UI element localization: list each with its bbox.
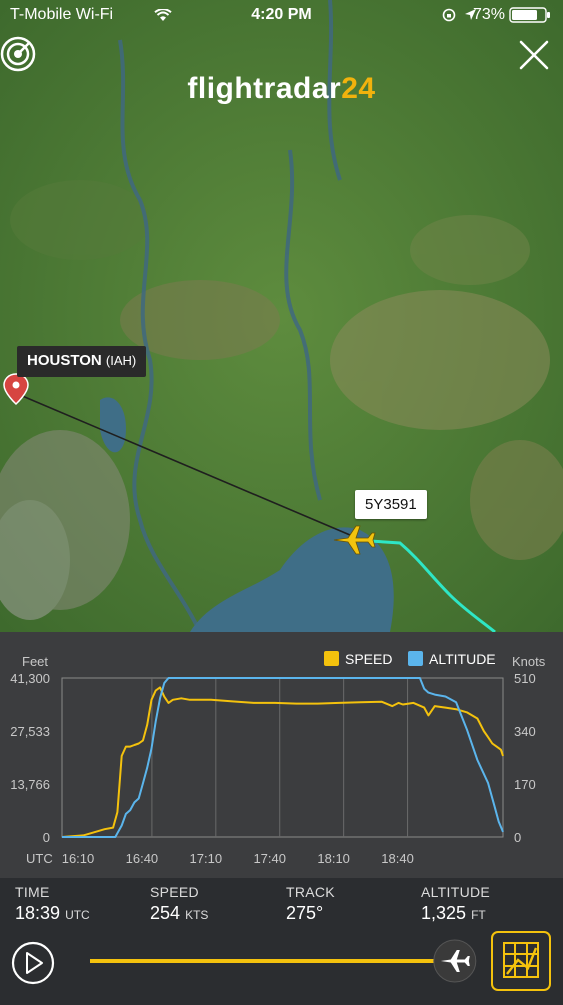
left-axis-ticks: 41,300 27,533 13,766 0 xyxy=(10,671,50,845)
play-button[interactable] xyxy=(11,941,55,985)
left-tick-label: 41,300 xyxy=(10,671,50,686)
x-tick-label: 17:10 xyxy=(190,851,223,866)
x-axis-unit: UTC xyxy=(26,851,53,866)
altitude-unit: FT xyxy=(471,908,486,922)
location-arrow-icon xyxy=(465,9,476,20)
airport-name: HOUSTON xyxy=(27,352,102,369)
right-axis-ticks: 510 340 170 0 xyxy=(514,671,536,845)
x-tick-label: 18:40 xyxy=(381,851,414,866)
x-axis-ticks: 16:10 16:40 17:10 17:40 18:10 18:40 xyxy=(62,851,414,866)
track-label: TRACK xyxy=(286,884,335,900)
wifi-icon xyxy=(154,9,172,21)
slider-thumb[interactable] xyxy=(433,939,477,983)
stat-speed: SPEED 254 KTS xyxy=(150,884,208,924)
track-value: 275° xyxy=(286,903,324,923)
speed-label: SPEED xyxy=(150,884,199,900)
flight-chart-panel: Feet Knots SPEED ALTITUDE 41,300 27,533 13… xyxy=(0,632,563,878)
airport-label[interactable]: HOUSTON (IAH) xyxy=(17,346,147,377)
flight-callsign-label[interactable]: 5Y3591 xyxy=(355,490,427,519)
x-tick-label: 16:10 xyxy=(62,851,95,866)
right-tick-label: 340 xyxy=(514,724,536,739)
legend-altitude-swatch xyxy=(408,651,423,666)
x-tick-label: 17:40 xyxy=(253,851,286,866)
map-grid-icon xyxy=(503,942,539,978)
app-logo: flightradar24 xyxy=(0,36,563,106)
series-line-altitude xyxy=(62,677,504,838)
status-bar: T-Mobile Wi-Fi 4:20 PM 73% xyxy=(0,0,563,30)
stat-time: TIME 18:39 UTC xyxy=(15,884,90,924)
left-axis-unit: Feet xyxy=(22,654,48,669)
chart-series xyxy=(61,677,504,838)
battery-percent: 73% xyxy=(472,6,505,23)
legend-speed-label: SPEED xyxy=(345,651,392,667)
radar-logo-icon xyxy=(0,36,36,72)
close-icon[interactable] xyxy=(519,40,549,70)
time-value: 18:39 xyxy=(15,903,61,923)
speed-altitude-chart: Feet Knots SPEED ALTITUDE 41,300 27,533 13… xyxy=(10,651,546,866)
orientation-lock-icon xyxy=(442,8,456,22)
time-label: TIME xyxy=(15,884,50,900)
x-tick-label: 16:40 xyxy=(126,851,159,866)
airport-code: (IAH) xyxy=(105,353,137,368)
right-axis-unit: Knots xyxy=(512,654,546,669)
map-view[interactable]: T-Mobile Wi-Fi 4:20 PM 73% flightradar24 xyxy=(0,0,563,632)
left-tick-label: 13,766 xyxy=(10,777,50,792)
series-line-speed xyxy=(61,686,504,838)
playback-svg xyxy=(11,931,551,991)
flight-stats-bar: TIME 18:39 UTC SPEED 254 KTS TRACK 275° … xyxy=(0,878,563,930)
x-tick-label: 18:10 xyxy=(317,851,350,866)
right-tick-label: 0 xyxy=(514,830,521,845)
playback-controls xyxy=(0,930,563,1000)
logo-number: 24 xyxy=(341,72,376,105)
stat-track: TRACK 275° xyxy=(286,884,335,924)
speed-value: 254 xyxy=(150,903,181,923)
legend-altitude-label: ALTITUDE xyxy=(429,651,496,667)
stat-altitude: ALTITUDE 1,325 FT xyxy=(421,884,490,924)
time-unit: UTC xyxy=(65,908,90,922)
logo-text: flightradar xyxy=(187,72,342,105)
play-icon xyxy=(26,952,43,974)
battery-icon xyxy=(509,7,550,23)
map-3d-button[interactable] xyxy=(491,931,551,991)
right-tick-label: 170 xyxy=(514,777,536,792)
altitude-label: ALTITUDE xyxy=(421,884,491,900)
altitude-value: 1,325 xyxy=(421,903,467,923)
left-tick-label: 0 xyxy=(43,830,50,845)
speed-unit: KTS xyxy=(185,908,209,922)
legend-speed-swatch xyxy=(324,651,339,666)
right-tick-label: 510 xyxy=(514,671,536,686)
left-tick-label: 27,533 xyxy=(10,724,50,739)
